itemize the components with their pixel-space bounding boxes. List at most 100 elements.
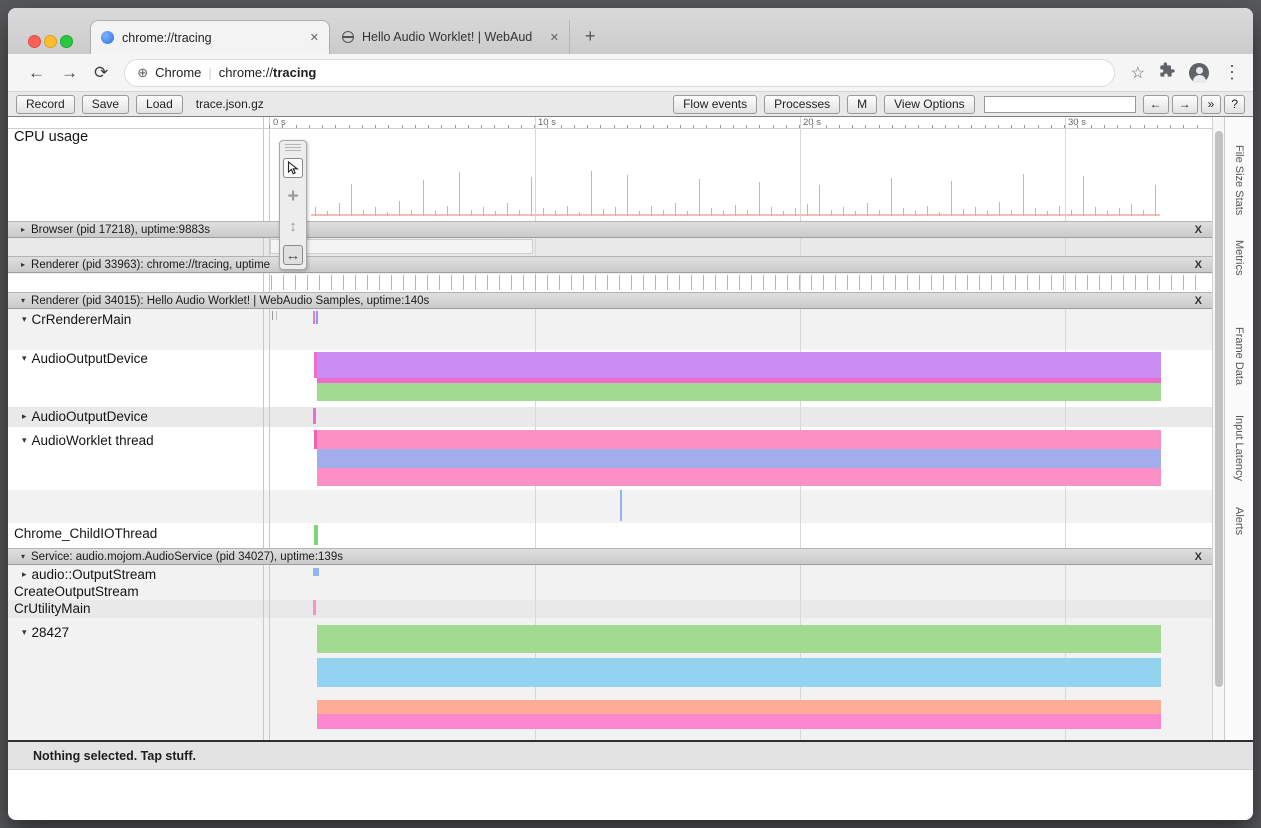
expand-arrow-icon[interactable]: ▾ xyxy=(22,435,27,446)
expand-arrow-icon[interactable]: ▾ xyxy=(21,296,25,305)
find-next-button[interactable]: → xyxy=(1172,95,1198,114)
ruler-tick xyxy=(296,125,297,128)
extensions-puzzle-icon[interactable] xyxy=(1159,62,1175,83)
flow-events-button[interactable]: Flow events xyxy=(673,95,757,114)
expand-arrow-icon[interactable]: ▸ xyxy=(22,411,27,422)
trace-tick xyxy=(739,275,740,290)
process-header[interactable]: ▾Renderer (pid 34015): Hello Audio Workl… xyxy=(8,292,1212,309)
url-host: tracing xyxy=(273,65,316,80)
back-button[interactable]: ← xyxy=(28,63,45,83)
zoom-tool-button[interactable]: ↕ xyxy=(283,216,303,236)
expand-arrow-icon[interactable]: ▾ xyxy=(21,552,25,561)
metrics-button[interactable]: M xyxy=(847,95,877,114)
record-button[interactable]: Record xyxy=(16,95,75,114)
address-bar[interactable]: ⊕ Chrome | chrome://tracing xyxy=(124,59,1114,87)
trace-slice[interactable] xyxy=(317,352,1161,378)
expand-arrow-icon[interactable]: ▸ xyxy=(22,569,27,580)
close-track-button[interactable]: X xyxy=(1195,295,1204,307)
search-input[interactable] xyxy=(984,96,1136,113)
site-info-icon[interactable]: ⊕ xyxy=(137,65,148,81)
expand-arrow-icon[interactable]: ▸ xyxy=(21,225,25,234)
reload-button[interactable]: ⟳ xyxy=(94,63,108,83)
sidebar-tab-input-latency[interactable]: Input Latency xyxy=(1233,415,1245,481)
trace-event-mark[interactable] xyxy=(276,311,277,320)
timing-tool-button[interactable]: ↔ xyxy=(283,245,303,265)
cpu-spike xyxy=(963,209,964,216)
tab-audio-worklet[interactable]: Hello Audio Worklet! | WebAud ✕ xyxy=(332,20,570,54)
thread-label[interactable]: ▾CrRendererMain xyxy=(22,312,131,327)
ruler-tick xyxy=(1011,125,1012,128)
sidebar-tab-frame-data[interactable]: Frame Data xyxy=(1233,327,1245,385)
view-options-button[interactable]: View Options xyxy=(884,95,974,114)
thread-label[interactable]: ▾AudioWorklet thread xyxy=(22,433,154,448)
thread-label[interactable]: ▸audio::OutputStream xyxy=(22,567,156,582)
cpu-spike xyxy=(1143,210,1144,216)
processes-button[interactable]: Processes xyxy=(764,95,840,114)
expand-arrow-icon[interactable]: ▾ xyxy=(22,627,27,638)
trace-event-mark[interactable] xyxy=(313,408,316,424)
process-header[interactable]: ▾Service: audio.mojom.AudioService (pid … xyxy=(8,548,1212,565)
trace-event-mark[interactable] xyxy=(620,490,622,521)
more-button[interactable]: » xyxy=(1201,95,1222,114)
zoom-window-button[interactable] xyxy=(60,35,73,48)
trace-slice[interactable] xyxy=(317,468,1161,486)
close-track-button[interactable]: X xyxy=(1195,259,1204,271)
trace-event-mark[interactable] xyxy=(314,352,317,378)
thread-label[interactable]: ▸AudioOutputDevice xyxy=(22,409,148,424)
trace-tick xyxy=(415,275,416,290)
trace-event-mark[interactable] xyxy=(272,311,273,320)
close-tab-icon[interactable]: ✕ xyxy=(310,31,319,44)
pan-tool-button[interactable]: + xyxy=(283,187,303,207)
load-button[interactable]: Load xyxy=(136,95,183,114)
trace-slice[interactable] xyxy=(317,658,1161,687)
analysis-status-bar: Nothing selected. Tap stuff. xyxy=(8,742,1253,770)
new-tab-button[interactable]: + xyxy=(585,26,596,47)
trace-slice[interactable] xyxy=(317,714,1161,729)
trace-event-mark[interactable] xyxy=(316,311,318,324)
thread-label[interactable]: ▾28427 xyxy=(22,625,69,640)
close-track-button[interactable]: X xyxy=(1195,224,1204,236)
tab-tracing[interactable]: chrome://tracing ✕ xyxy=(90,20,330,54)
sidebar-tab-file-size-stats[interactable]: File Size Stats xyxy=(1233,145,1245,215)
trace-slice[interactable] xyxy=(317,430,1161,449)
sidebar-tab-alerts[interactable]: Alerts xyxy=(1233,507,1245,535)
palette-drag-handle[interactable] xyxy=(285,144,301,152)
trace-slice[interactable] xyxy=(317,383,1161,401)
ruler-tick xyxy=(985,125,986,128)
expand-arrow-icon[interactable]: ▾ xyxy=(22,353,27,364)
trace-slice[interactable] xyxy=(317,700,1161,714)
profile-avatar[interactable] xyxy=(1189,63,1209,83)
process-header[interactable]: ▸Renderer (pid 33963): chrome://tracing,… xyxy=(8,256,1212,273)
help-button[interactable]: ? xyxy=(1224,95,1245,114)
sidebar-tab-metrics[interactable]: Metrics xyxy=(1233,240,1245,275)
close-window-button[interactable] xyxy=(28,35,41,48)
trace-event-mark[interactable] xyxy=(314,525,318,545)
site-chip: Chrome xyxy=(155,65,201,80)
selection-tool-button[interactable] xyxy=(283,158,303,178)
trace-event-mark[interactable] xyxy=(313,600,316,615)
trace-slice[interactable] xyxy=(317,625,1161,653)
close-track-button[interactable]: X xyxy=(1195,551,1204,563)
forward-button[interactable]: → xyxy=(61,63,78,83)
cpu-spike xyxy=(363,210,364,216)
close-tab-icon[interactable]: ✕ xyxy=(550,31,559,44)
minimize-window-button[interactable] xyxy=(44,35,57,48)
trace-event-mark[interactable] xyxy=(313,311,315,324)
expand-arrow-icon[interactable]: ▾ xyxy=(22,314,27,325)
analysis-panel xyxy=(8,771,1253,820)
find-previous-button[interactable]: ← xyxy=(1143,95,1169,114)
bookmark-star-icon[interactable]: ☆ xyxy=(1131,63,1145,83)
trace-slice[interactable] xyxy=(317,449,1161,468)
trace-event-mark[interactable] xyxy=(314,430,317,449)
ruler-tick xyxy=(958,125,959,128)
trace-event-mark[interactable] xyxy=(313,568,319,576)
scrollbar-thumb[interactable] xyxy=(1215,131,1223,687)
thread-label[interactable]: ▾AudioOutputDevice xyxy=(22,351,148,366)
menu-dots-icon[interactable]: ⋮ xyxy=(1223,62,1241,83)
cpu-spike xyxy=(495,211,496,216)
cpu-spike xyxy=(819,185,820,216)
expand-arrow-icon[interactable]: ▸ xyxy=(21,260,25,269)
save-button[interactable]: Save xyxy=(82,95,129,114)
process-header[interactable]: ▸Browser (pid 17218), uptime:9883sX xyxy=(8,221,1212,238)
vertical-scrollbar[interactable] xyxy=(1212,117,1224,740)
